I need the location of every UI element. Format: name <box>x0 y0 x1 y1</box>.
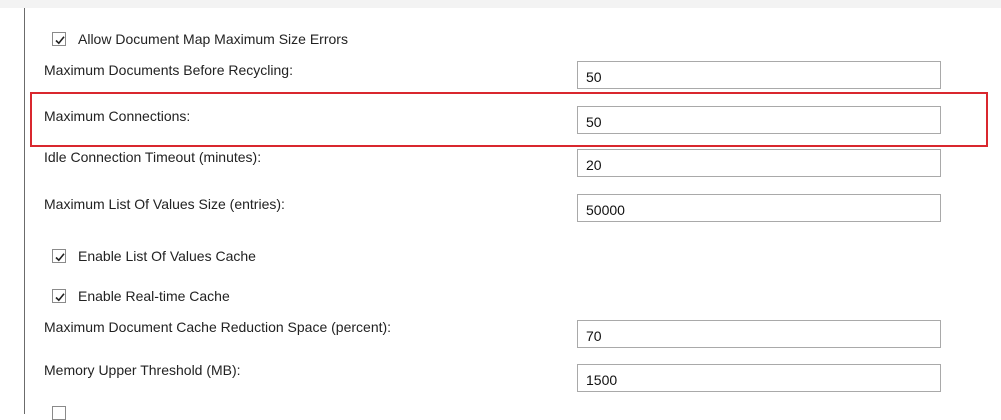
memory-threshold-label: Memory Upper Threshold (MB): <box>44 362 241 378</box>
top-strip <box>0 0 1001 8</box>
enable-lov-cache-row[interactable]: Enable List Of Values Cache <box>52 247 256 265</box>
check-icon <box>55 253 65 262</box>
allow-doc-map-errors-row[interactable]: Allow Document Map Maximum Size Errors <box>52 30 348 48</box>
enable-realtime-cache-label: Enable Real-time Cache <box>78 288 230 304</box>
idle-timeout-label: Idle Connection Timeout (minutes): <box>44 149 262 165</box>
check-icon <box>55 36 65 45</box>
max-docs-recycling-input[interactable]: 50 <box>577 61 941 89</box>
panel-left-border <box>24 8 25 414</box>
next-checkbox[interactable] <box>52 406 66 420</box>
max-lov-size-input[interactable]: 50000 <box>577 194 941 222</box>
enable-realtime-cache-row[interactable]: Enable Real-time Cache <box>52 287 230 305</box>
max-cache-reduction-input[interactable]: 70 <box>577 320 941 348</box>
enable-realtime-cache-checkbox[interactable] <box>52 289 66 303</box>
max-cache-reduction-label: Maximum Document Cache Reduction Space (… <box>44 319 392 335</box>
highlight-box <box>30 92 988 147</box>
memory-threshold-input[interactable]: 1500 <box>577 364 941 392</box>
enable-lov-cache-label: Enable List Of Values Cache <box>78 248 256 264</box>
idle-timeout-input[interactable]: 20 <box>577 149 941 177</box>
max-docs-recycling-label: Maximum Documents Before Recycling: <box>44 62 293 78</box>
allow-doc-map-errors-checkbox[interactable] <box>52 32 66 46</box>
max-lov-size-label: Maximum List Of Values Size (entries): <box>44 196 285 212</box>
check-icon <box>55 293 65 302</box>
enable-lov-cache-checkbox[interactable] <box>52 249 66 263</box>
allow-doc-map-errors-label: Allow Document Map Maximum Size Errors <box>78 31 348 47</box>
